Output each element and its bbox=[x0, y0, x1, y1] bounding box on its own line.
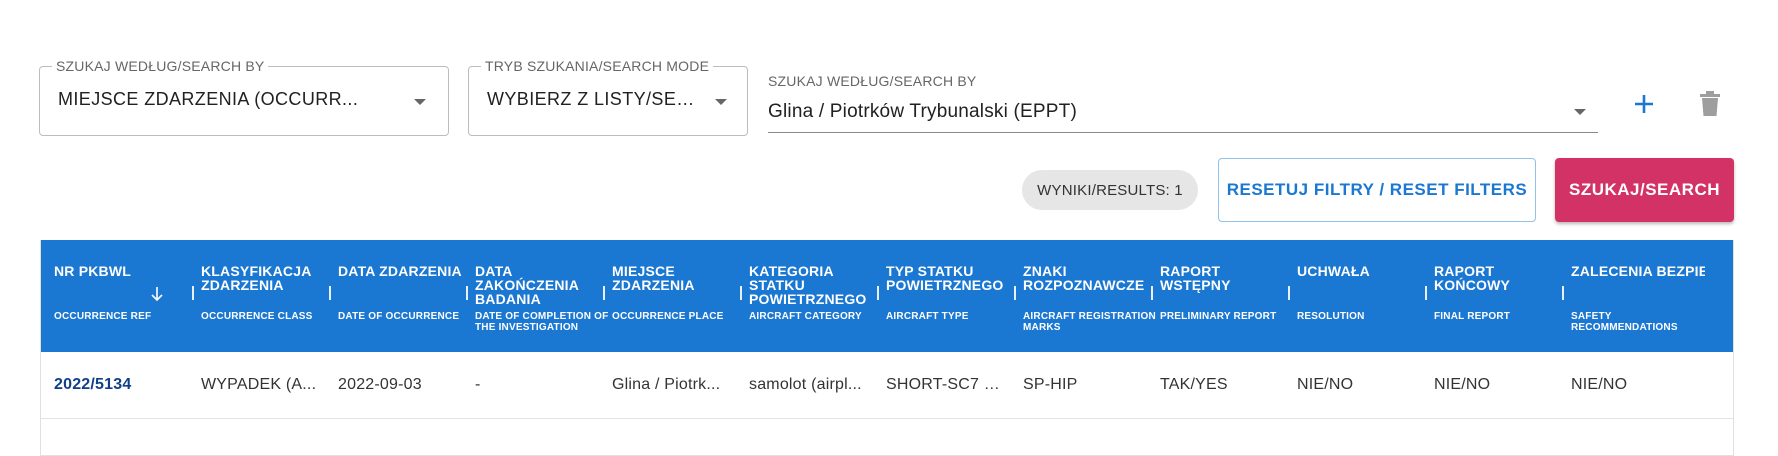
column-title: TYP STATKU POWIETRZNEGO bbox=[886, 263, 1004, 293]
caret-down-icon bbox=[715, 99, 727, 105]
column-subtitle: OCCURRENCE CLASS bbox=[201, 311, 313, 322]
column-separator bbox=[740, 286, 742, 300]
final-report-cell: NIE/NO bbox=[1434, 376, 1491, 393]
column-subtitle: AIRCRAFT REGISTRATION MARKS bbox=[1023, 311, 1156, 333]
column-separator bbox=[1425, 286, 1427, 300]
resolution-cell: NIE/NO bbox=[1297, 376, 1354, 393]
column-title: MIEJSCE ZDARZENIA bbox=[612, 263, 695, 293]
column-subtitle: RESOLUTION bbox=[1297, 311, 1365, 322]
results-table: NR PKBWL OCCURRENCE REF KLASYFIKACJA ZDA… bbox=[40, 240, 1734, 456]
column-subtitle: OCCURRENCE PLACE bbox=[612, 311, 724, 322]
completion-date-cell: - bbox=[475, 376, 481, 393]
results-count-badge: WYNIKI/RESULTS: 1 bbox=[1022, 170, 1198, 210]
delete-filter-button[interactable] bbox=[1690, 84, 1730, 124]
occurrence-ref-link[interactable]: 2022/5134 bbox=[54, 376, 172, 394]
column-title: DATA ZAKOŃCZENIA BADANIA bbox=[475, 263, 579, 307]
column-separator bbox=[877, 286, 879, 300]
column-title: RAPORT WSTĘPNY bbox=[1160, 263, 1231, 293]
column-separator bbox=[466, 286, 468, 300]
registration-marks-cell: SP-HIP bbox=[1023, 376, 1078, 393]
reset-filters-button[interactable]: RESETUJ FILTRY / RESET FILTERS bbox=[1218, 158, 1536, 222]
column-title: UCHWAŁA bbox=[1297, 263, 1370, 279]
column-title: DATA ZDARZENIA bbox=[338, 263, 462, 279]
column-subtitle: AIRCRAFT TYPE bbox=[886, 311, 969, 322]
aircraft-type-cell: SHORT-SC7 S... bbox=[886, 376, 1004, 393]
column-subtitle: PRELIMINARY REPORT bbox=[1160, 311, 1277, 322]
column-title: RAPORT KOŃCOWY bbox=[1434, 263, 1511, 293]
occurrence-place-cell: Glina / Piotrk... bbox=[612, 376, 721, 393]
caret-down-icon bbox=[1574, 109, 1586, 115]
preliminary-report-cell: TAK/YES bbox=[1160, 376, 1228, 393]
column-title: KATEGORIA STATKU POWIETRZNEGO bbox=[749, 263, 867, 307]
column-title: KLASYFIKACJA ZDARZENIA bbox=[201, 263, 311, 293]
caret-down-icon bbox=[414, 99, 426, 105]
column-subtitle: DATE OF OCCURRENCE bbox=[338, 311, 460, 322]
column-title: NR PKBWL bbox=[54, 263, 132, 279]
column-subtitle: OCCURRENCE REF bbox=[54, 311, 152, 322]
search-by-value: MIEJSCE ZDARZENIA (OCCURR... bbox=[58, 89, 359, 109]
search-by-select[interactable]: SZUKAJ WEDŁUG/SEARCH BY MIEJSCE ZDARZENI… bbox=[39, 58, 449, 136]
search-button[interactable]: SZUKAJ/SEARCH bbox=[1555, 158, 1734, 222]
search-value-select[interactable]: SZUKAJ WEDŁUG/SEARCH BY Glina / Piotrków… bbox=[768, 66, 1598, 133]
column-subtitle: AIRCRAFT CATEGORY bbox=[749, 311, 862, 322]
aircraft-category-cell: samolot (airpl... bbox=[749, 376, 862, 393]
search-mode-select[interactable]: TRYB SZUKANIA/SEARCH MODE WYBIERZ Z LIST… bbox=[468, 58, 748, 136]
column-subtitle: SAFETY RECOMMENDATIONS bbox=[1571, 311, 1678, 333]
table-header: NR PKBWL OCCURRENCE REF KLASYFIKACJA ZDA… bbox=[41, 240, 1733, 352]
column-separator bbox=[603, 286, 605, 300]
column-separator bbox=[1562, 286, 1564, 300]
search-value-label: SZUKAJ WEDŁUG/SEARCH BY bbox=[768, 73, 977, 89]
occurrence-class-cell: WYPADEK (A... bbox=[201, 376, 317, 393]
search-value-value: Glina / Piotrków Trybunalski (EPPT) bbox=[768, 101, 1077, 122]
table-row: 2022/5134 WYPADEK (A... 2022-09-03 - Gli… bbox=[41, 352, 1733, 419]
search-mode-value: WYBIERZ Z LISTY/SEL... bbox=[487, 89, 702, 109]
plus-icon bbox=[1635, 95, 1653, 113]
column-separator bbox=[1014, 286, 1016, 300]
trash-icon bbox=[1700, 91, 1720, 116]
column-separator bbox=[1288, 286, 1290, 300]
column-subtitle: DATE OF COMPLETION OF THE INVESTIGATION bbox=[475, 311, 609, 333]
column-subtitle: FINAL REPORT bbox=[1434, 311, 1511, 322]
column-separator bbox=[1151, 286, 1153, 300]
search-by-label: SZUKAJ WEDŁUG/SEARCH BY bbox=[52, 58, 269, 74]
column-title: ZALECENIA BEZPIECZEŃSTW bbox=[1571, 264, 1705, 278]
column-separator bbox=[192, 286, 194, 300]
search-mode-label: TRYB SZUKANIA/SEARCH MODE bbox=[481, 58, 714, 74]
add-filter-button[interactable] bbox=[1624, 84, 1664, 124]
safety-recommendations-cell: NIE/NO bbox=[1571, 376, 1628, 393]
arrow-down-icon[interactable] bbox=[150, 286, 164, 302]
column-title: ZNAKI ROZPOZNAWCZE bbox=[1023, 263, 1145, 293]
date-of-occurrence-cell: 2022-09-03 bbox=[338, 376, 422, 393]
column-separator bbox=[329, 286, 331, 300]
